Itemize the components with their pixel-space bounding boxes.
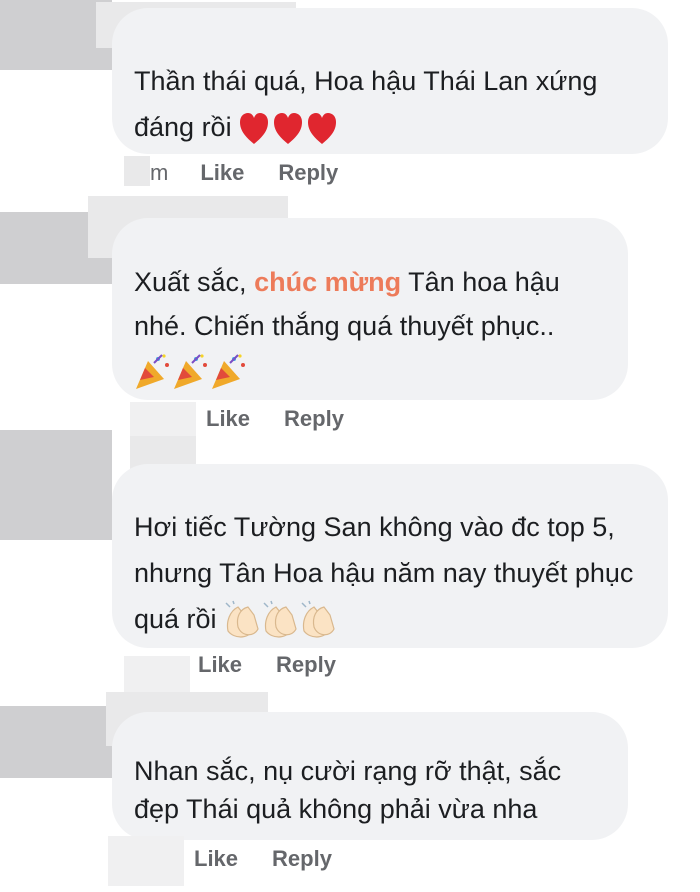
red-heart-icon [239, 112, 339, 144]
like-button[interactable]: Like [198, 652, 242, 678]
clapping-hands-icon [224, 600, 338, 638]
timestamp-redacted [130, 402, 196, 436]
party-popper-icon [134, 354, 248, 389]
comment-text-before: Xuất sắc, [134, 267, 255, 297]
comment-text-highlight: chúc mừng [254, 267, 402, 297]
reply-button[interactable]: Reply [278, 160, 338, 186]
timestamp-redacted [108, 836, 184, 886]
comment-text: Hơi tiếc Tường San không vào đc top 5, n… [134, 512, 634, 634]
like-button[interactable]: Like [200, 160, 244, 186]
comment-actions: m Like Reply [150, 160, 338, 186]
avatar[interactable] [0, 706, 112, 778]
comment-text: Nhan sắc, nụ cười rạng rỡ thật, sắc đẹp … [134, 756, 562, 824]
timestamp: m [150, 160, 169, 185]
comment-bubble: Xuất sắc, chúc mừng Tân hoa hậu nhé. Chi… [112, 218, 628, 400]
comment-bubble: Thần thái quá, Hoa hậu Thái Lan xứng đán… [112, 8, 668, 154]
comment-text: Thần thái quá, Hoa hậu Thái Lan xứng đán… [134, 66, 598, 142]
avatar[interactable] [0, 430, 112, 540]
like-button[interactable]: Like [206, 406, 250, 432]
like-button[interactable]: Like [194, 846, 238, 872]
comment-bubble: Hơi tiếc Tường San không vào đc top 5, n… [112, 464, 668, 648]
reply-button[interactable]: Reply [276, 652, 336, 678]
reply-button[interactable]: Reply [284, 406, 344, 432]
comment-actions: Like Reply [194, 846, 332, 872]
comment-bubble: Nhan sắc, nụ cười rạng rỡ thật, sắc đẹp … [112, 712, 628, 840]
comment-actions: Like Reply [206, 406, 344, 432]
reply-button[interactable]: Reply [272, 846, 332, 872]
comment-actions: Like Reply [198, 652, 336, 678]
timestamp-redacted [124, 156, 150, 186]
